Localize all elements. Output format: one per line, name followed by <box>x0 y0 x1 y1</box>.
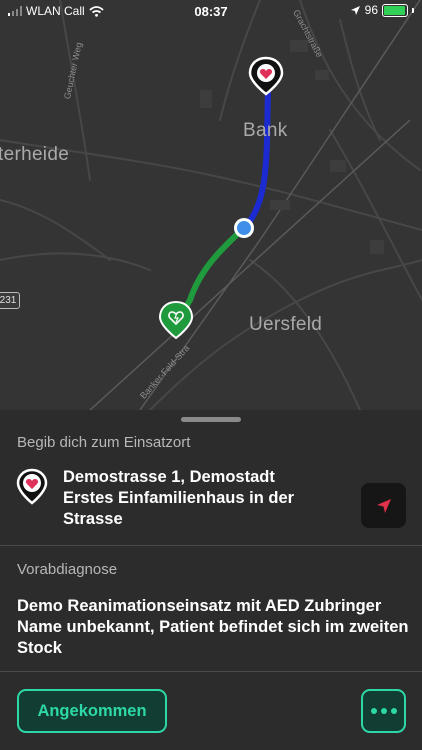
more-dot-icon <box>370 708 377 714</box>
map-label-uersfeld: Uersfeld <box>249 314 323 335</box>
arrived-button[interactable]: Angekommen <box>17 689 167 733</box>
destination-address: Demostrasse 1, Demostadt Erstes Einfamil… <box>63 468 295 528</box>
status-bar: WLAN Call 08:37 96 <box>0 0 422 22</box>
section-divider <box>0 671 422 672</box>
more-dot-icon <box>380 708 387 714</box>
battery-tip <box>412 7 414 13</box>
destination-pin-icon <box>248 56 284 96</box>
map-label-bank: Bank <box>243 120 288 141</box>
aed-pin-icon <box>158 300 194 340</box>
sheet-grabber[interactable] <box>181 417 241 422</box>
map-roads <box>0 0 422 410</box>
navigate-button[interactable] <box>361 483 406 528</box>
navigation-arrow-icon <box>376 498 391 513</box>
destination-section-title: Begib dich zum Einsatzort <box>17 434 191 451</box>
section-divider <box>0 545 422 546</box>
map-view[interactable]: Bank terheide Uersfeld Gracht­straße Geu… <box>0 0 422 410</box>
diagnosis-text: Demo Reanimationseinsatz mit AED Zubring… <box>17 597 409 657</box>
battery-icon <box>382 3 408 17</box>
mission-sheet: Begib dich zum Einsatzort Demostrasse 1,… <box>0 410 422 750</box>
map-label-terheide: terheide <box>0 144 70 165</box>
more-options-button[interactable] <box>361 689 406 733</box>
location-arrow-icon <box>350 5 360 15</box>
road-number-badge: 231 <box>0 292 20 309</box>
route-segment-destination <box>241 85 271 231</box>
destination-heart-pin-icon <box>16 468 48 505</box>
more-dot-icon <box>390 708 397 714</box>
battery-percent: 96 <box>364 3 378 17</box>
status-bar-right: 96 <box>350 3 414 17</box>
diagnosis-section-title: Vorabdiagnose <box>17 561 118 578</box>
